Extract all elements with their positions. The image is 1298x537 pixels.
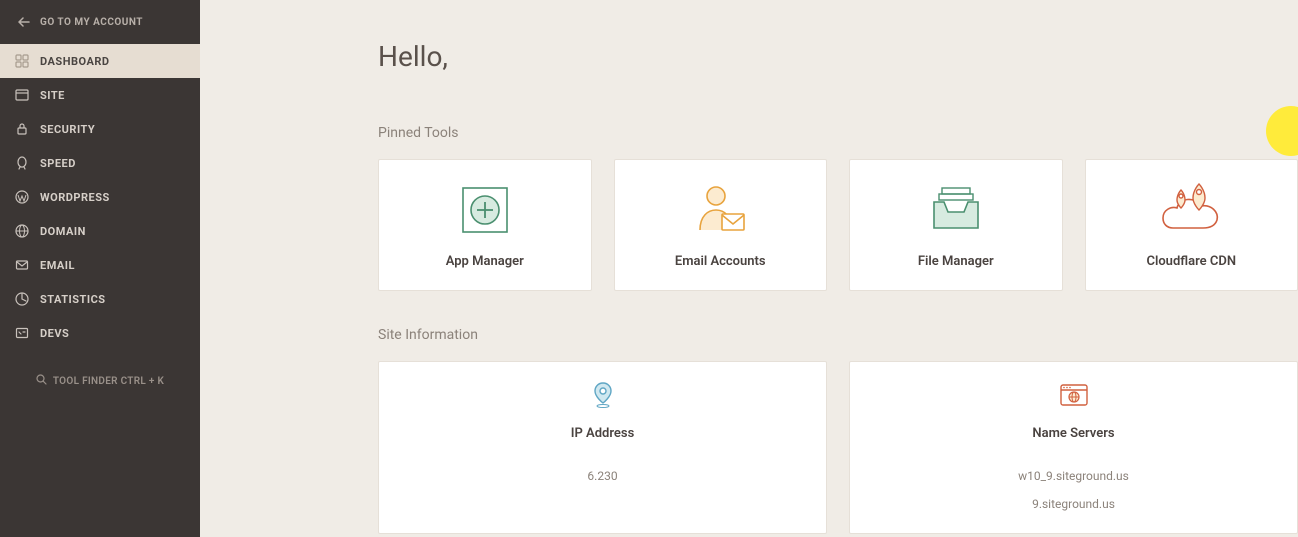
annotation-highlight <box>1266 106 1298 156</box>
pinned-tools-title: Pinned Tools <box>378 125 1298 141</box>
back-to-account-link[interactable]: GO TO MY ACCOUNT <box>0 0 200 44</box>
sidebar: GO TO MY ACCOUNT DASHBOARD SITE SECURITY… <box>0 0 200 537</box>
sidebar-item-statistics[interactable]: STATISTICS <box>0 282 200 316</box>
browser-globe-icon <box>1059 380 1089 410</box>
tool-card-label: File Manager <box>918 254 994 269</box>
email-accounts-icon <box>688 182 752 238</box>
info-card-title: Name Servers <box>1032 426 1114 441</box>
sidebar-item-label: STATISTICS <box>40 293 106 306</box>
sidebar-item-security[interactable]: SECURITY <box>0 112 200 146</box>
tool-card-label: Email Accounts <box>675 254 766 269</box>
tool-card-label: Cloudflare CDN <box>1146 254 1236 269</box>
rocket-icon <box>14 155 30 171</box>
sidebar-item-dashboard[interactable]: DASHBOARD <box>0 44 200 78</box>
pinned-tools-row: App Manager Email Accounts <box>378 159 1298 291</box>
sidebar-item-label: SECURITY <box>40 123 95 136</box>
back-link-label: GO TO MY ACCOUNT <box>40 17 143 28</box>
tool-card-file-manager[interactable]: File Manager <box>849 159 1063 291</box>
cdn-icon <box>1155 182 1227 238</box>
tool-card-cloudflare-cdn[interactable]: Cloudflare CDN <box>1085 159 1298 291</box>
envelope-icon <box>14 257 30 273</box>
nameserver-value-2: 9.siteground.us <box>1032 495 1115 513</box>
wordpress-icon <box>14 189 30 205</box>
info-card-nameservers: Name Servers w10_9.siteground.us 9.siteg… <box>849 361 1298 534</box>
main-content: Hello, Pinned Tools App Manager <box>200 0 1298 537</box>
tool-card-label: App Manager <box>446 254 524 269</box>
search-icon <box>36 374 47 388</box>
sidebar-item-devs[interactable]: DEVS <box>0 316 200 350</box>
sidebar-item-speed[interactable]: SPEED <box>0 146 200 180</box>
devs-icon <box>14 325 30 341</box>
site-info-title: Site Information <box>378 327 1298 343</box>
greeting-heading: Hello, <box>378 40 1298 73</box>
info-card-title: IP Address <box>571 426 635 441</box>
app-manager-icon <box>455 182 515 238</box>
tool-finder-label: TOOL FINDER CTRL + K <box>53 376 164 387</box>
tool-card-app-manager[interactable]: App Manager <box>378 159 592 291</box>
map-pin-icon <box>592 380 614 410</box>
dashboard-icon <box>14 53 30 69</box>
sidebar-item-label: SPEED <box>40 157 76 170</box>
sidebar-item-label: SITE <box>40 89 65 102</box>
sidebar-item-label: WORDPRESS <box>40 191 110 204</box>
tool-card-email-accounts[interactable]: Email Accounts <box>614 159 828 291</box>
info-card-ip: IP Address 6.230 <box>378 361 827 534</box>
sidebar-item-label: DASHBOARD <box>40 55 110 68</box>
tool-finder-button[interactable]: TOOL FINDER CTRL + K <box>0 364 200 398</box>
sidebar-item-site[interactable]: SITE <box>0 78 200 112</box>
sidebar-item-label: DOMAIN <box>40 225 86 238</box>
sidebar-item-wordpress[interactable]: WORDPRESS <box>0 180 200 214</box>
sidebar-item-label: EMAIL <box>40 259 75 272</box>
ip-address-value: 6.230 <box>587 467 617 485</box>
sidebar-item-domain[interactable]: DOMAIN <box>0 214 200 248</box>
file-manager-icon <box>924 182 988 238</box>
stats-icon <box>14 291 30 307</box>
sidebar-item-email[interactable]: EMAIL <box>0 248 200 282</box>
globe-icon <box>14 223 30 239</box>
sidebar-item-label: DEVS <box>40 327 69 340</box>
site-icon <box>14 87 30 103</box>
nameserver-value-1: w10_9.siteground.us <box>1018 467 1129 485</box>
lock-icon <box>14 121 30 137</box>
site-info-row: IP Address 6.230 Name Servers w10_9.site… <box>378 361 1298 534</box>
arrow-left-icon <box>16 14 32 30</box>
